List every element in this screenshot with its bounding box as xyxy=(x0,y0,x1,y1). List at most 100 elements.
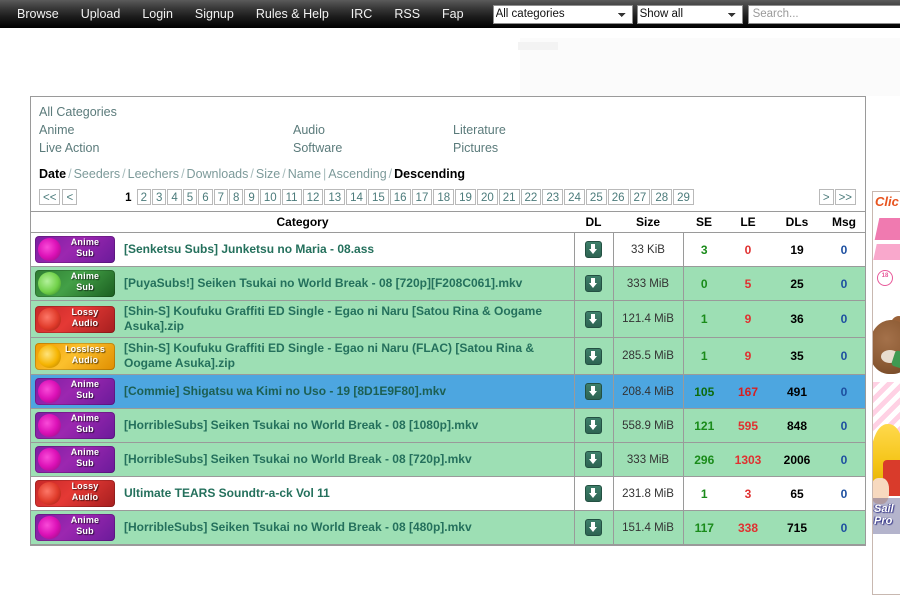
torrent-name-link[interactable]: Ultimate TEARS Soundtr-a-ck Vol 11 xyxy=(124,486,330,501)
pagination-page[interactable]: 28 xyxy=(651,189,673,205)
pagination-page[interactable]: 10 xyxy=(259,189,281,205)
category-link-audio[interactable]: Audio xyxy=(293,123,453,137)
sort-link-size[interactable]: Size xyxy=(256,167,280,181)
table-row[interactable]: Anime Sub [Commie] Shigatsu wa Kimi no Uso… xyxy=(31,374,865,409)
pagination-page[interactable]: 8 xyxy=(229,189,244,205)
category-badge-anime-green-icon[interactable]: Anime Sub xyxy=(35,270,115,297)
pagination-page[interactable]: 25 xyxy=(585,189,607,205)
column-header-size[interactable]: Size xyxy=(613,211,683,233)
pagination-page[interactable]: 6 xyxy=(198,189,213,205)
nav-link-irc[interactable]: IRC xyxy=(340,0,384,28)
sort-link-seeders[interactable]: Seeders xyxy=(74,167,121,181)
pagination-page[interactable]: 16 xyxy=(389,189,411,205)
pagination-page[interactable]: 21 xyxy=(498,189,520,205)
download-arrow-icon[interactable] xyxy=(585,275,602,292)
nav-link-signup[interactable]: Signup xyxy=(184,0,245,28)
sidebar-advertisement[interactable]: Clic 18 Sail Pro xyxy=(872,191,900,595)
column-header-leechers[interactable]: LE xyxy=(725,211,771,233)
nav-link-upload[interactable]: Upload xyxy=(70,0,132,28)
download-arrow-icon[interactable] xyxy=(585,310,602,328)
sort-order-ascending[interactable]: Ascending xyxy=(328,167,386,181)
sort-link-downloads[interactable]: Downloads xyxy=(187,167,249,181)
download-arrow-icon[interactable] xyxy=(585,241,602,258)
pagination-page[interactable]: 22 xyxy=(520,189,542,205)
nav-link-rss[interactable]: RSS xyxy=(383,0,431,28)
sort-link-date[interactable]: Date xyxy=(39,167,66,181)
category-badge-anime-purple-icon[interactable]: Anime Sub xyxy=(35,412,115,439)
torrent-name-link[interactable]: [Shin-S] Koufuku Graffiti ED Single - Eg… xyxy=(124,341,570,371)
column-header-seeders[interactable]: SE xyxy=(683,211,725,233)
pagination-page[interactable]: 29 xyxy=(673,189,694,205)
pagination-page[interactable]: 4 xyxy=(167,189,182,205)
category-badge-anime-purple-icon[interactable]: Anime Sub xyxy=(35,446,115,473)
pagination-next[interactable]: > xyxy=(818,189,834,205)
nav-link-login[interactable]: Login xyxy=(131,0,184,28)
pagination-page[interactable]: 14 xyxy=(346,189,367,205)
pagination-page[interactable]: 18 xyxy=(433,189,455,205)
pagination-page[interactable]: 17 xyxy=(411,189,433,205)
torrent-name-link[interactable]: [HorribleSubs] Seiken Tsukai no World Br… xyxy=(124,452,472,467)
pagination-first[interactable]: << xyxy=(39,189,61,205)
category-badge-lossy-icon[interactable]: Lossy Audio xyxy=(35,305,115,333)
pagination-page[interactable]: 5 xyxy=(182,189,198,205)
download-arrow-icon[interactable] xyxy=(585,347,602,365)
table-row[interactable]: Lossless Audio [Shin-S] Koufuku Graffiti E… xyxy=(31,337,865,375)
column-header-downloads[interactable]: DLs xyxy=(771,211,823,233)
nav-link-fap[interactable]: Fap xyxy=(431,0,475,28)
pagination-last[interactable]: >> xyxy=(834,189,856,205)
table-row[interactable]: Lossy Audio Ultimate TEARS Soundtr-a-ck Vo… xyxy=(31,476,865,511)
table-row[interactable]: Anime Sub [PuyaSubs!] Seiken Tsukai no Wor… xyxy=(31,266,865,301)
torrent-name-link[interactable]: [PuyaSubs!] Seiken Tsukai no World Break… xyxy=(124,276,522,291)
sort-link-leechers[interactable]: Leechers xyxy=(128,167,179,181)
torrent-name-link[interactable]: [Commie] Shigatsu wa Kimi no Uso - 19 [8… xyxy=(124,384,446,399)
pagination-page[interactable]: 11 xyxy=(281,189,302,205)
category-link-literature[interactable]: Literature xyxy=(453,123,857,137)
pagination-page[interactable]: 12 xyxy=(302,189,324,205)
download-arrow-icon[interactable] xyxy=(585,451,602,468)
category-badge-anime-purple-icon[interactable]: Anime Sub xyxy=(35,514,115,541)
table-row[interactable]: Anime Sub [HorribleSubs] Seiken Tsukai no … xyxy=(31,408,865,443)
pagination-page[interactable]: 9 xyxy=(244,189,259,205)
table-row[interactable]: Lossy Audio [Shin-S] Koufuku Graffiti ED S… xyxy=(31,300,865,338)
pagination-page[interactable]: 7 xyxy=(213,189,228,205)
pagination-page[interactable]: 15 xyxy=(367,189,389,205)
sort-order-descending[interactable]: Descending xyxy=(394,167,465,181)
pagination-page[interactable]: 27 xyxy=(629,189,651,205)
pagination-page[interactable]: 13 xyxy=(324,189,346,205)
sort-link-name[interactable]: Name xyxy=(288,167,321,181)
torrent-name-link[interactable]: [HorribleSubs] Seiken Tsukai no World Br… xyxy=(124,418,478,433)
pagination-page[interactable]: 3 xyxy=(151,189,167,205)
category-filter-select[interactable]: All categories xyxy=(492,4,633,24)
search-input[interactable] xyxy=(747,4,900,24)
category-link-software[interactable]: Software xyxy=(293,141,453,155)
download-arrow-icon[interactable] xyxy=(585,417,602,434)
pagination-prev[interactable]: < xyxy=(62,189,78,205)
category-badge-lossless-icon[interactable]: Lossless Audio xyxy=(35,342,115,370)
category-link-all[interactable]: All Categories xyxy=(39,105,857,119)
category-link-anime[interactable]: Anime xyxy=(39,123,293,137)
nav-link-browse[interactable]: Browse xyxy=(6,0,70,28)
pagination-page[interactable]: 23 xyxy=(542,189,564,205)
table-row[interactable]: Anime Sub [HorribleSubs] Seiken Tsukai no … xyxy=(31,442,865,477)
download-arrow-icon[interactable] xyxy=(585,383,602,400)
pagination-page[interactable]: 19 xyxy=(455,189,476,205)
table-row[interactable]: Anime Sub [Senketsu Subs] Junketsu no Mari… xyxy=(31,232,865,267)
download-arrow-icon[interactable] xyxy=(585,519,602,536)
column-header-category[interactable]: Category xyxy=(31,211,574,233)
category-badge-anime-purple-icon[interactable]: Anime Sub xyxy=(35,236,115,263)
category-badge-anime-purple-icon[interactable]: Anime Sub xyxy=(35,378,115,405)
pagination-page[interactable]: 26 xyxy=(607,189,629,205)
category-badge-lossy-icon[interactable]: Lossy Audio xyxy=(35,480,115,507)
pagination-page[interactable]: 2 xyxy=(136,189,151,205)
torrent-name-link[interactable]: [HorribleSubs] Seiken Tsukai no World Br… xyxy=(124,520,472,535)
pagination-page[interactable]: 20 xyxy=(476,189,498,205)
nav-link-rules-and-help[interactable]: Rules & Help xyxy=(245,0,340,28)
pagination-page[interactable]: 24 xyxy=(564,189,585,205)
category-link-live-action[interactable]: Live Action xyxy=(39,141,293,155)
table-row[interactable]: Anime Sub [HorribleSubs] Seiken Tsukai no … xyxy=(31,510,865,545)
torrent-name-link[interactable]: [Senketsu Subs] Junketsu no Maria - 08.a… xyxy=(124,242,374,257)
download-arrow-icon[interactable] xyxy=(585,485,602,502)
torrent-name-link[interactable]: [Shin-S] Koufuku Graffiti ED Single - Eg… xyxy=(124,304,570,334)
view-filter-select[interactable]: Show all xyxy=(636,4,743,24)
category-link-pictures[interactable]: Pictures xyxy=(453,141,857,155)
